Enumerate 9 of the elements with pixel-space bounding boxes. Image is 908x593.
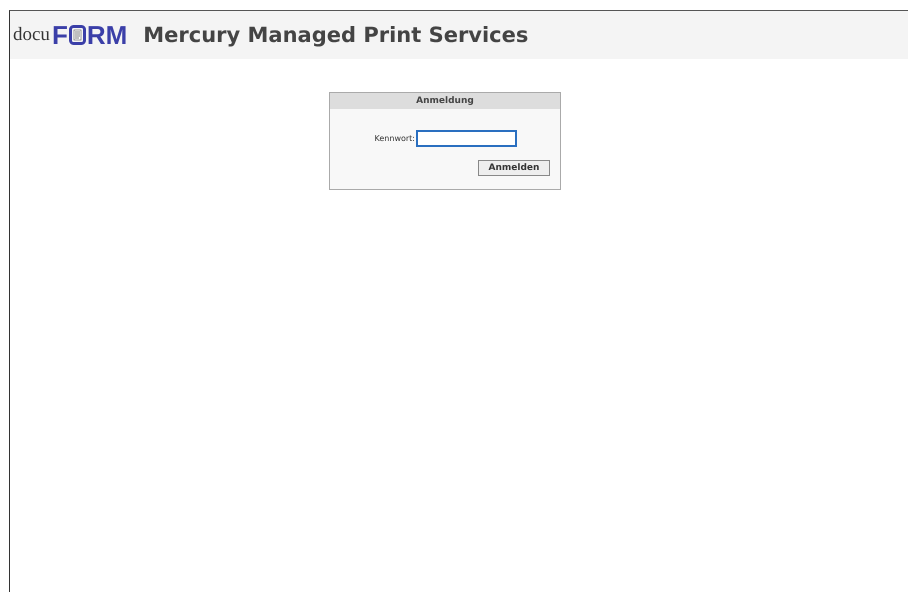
- page-title: Mercury Managed Print Services: [143, 23, 528, 47]
- document-icon: [68, 25, 86, 45]
- login-button[interactable]: Anmelden: [478, 160, 550, 176]
- logo-letters: RM: [86, 22, 128, 48]
- password-field[interactable]: [416, 130, 517, 147]
- logo-letter: F: [52, 22, 68, 48]
- logo-text: docu: [13, 24, 50, 46]
- password-label: Kennwort:: [374, 134, 415, 143]
- panel-title: Anmeldung: [330, 93, 560, 109]
